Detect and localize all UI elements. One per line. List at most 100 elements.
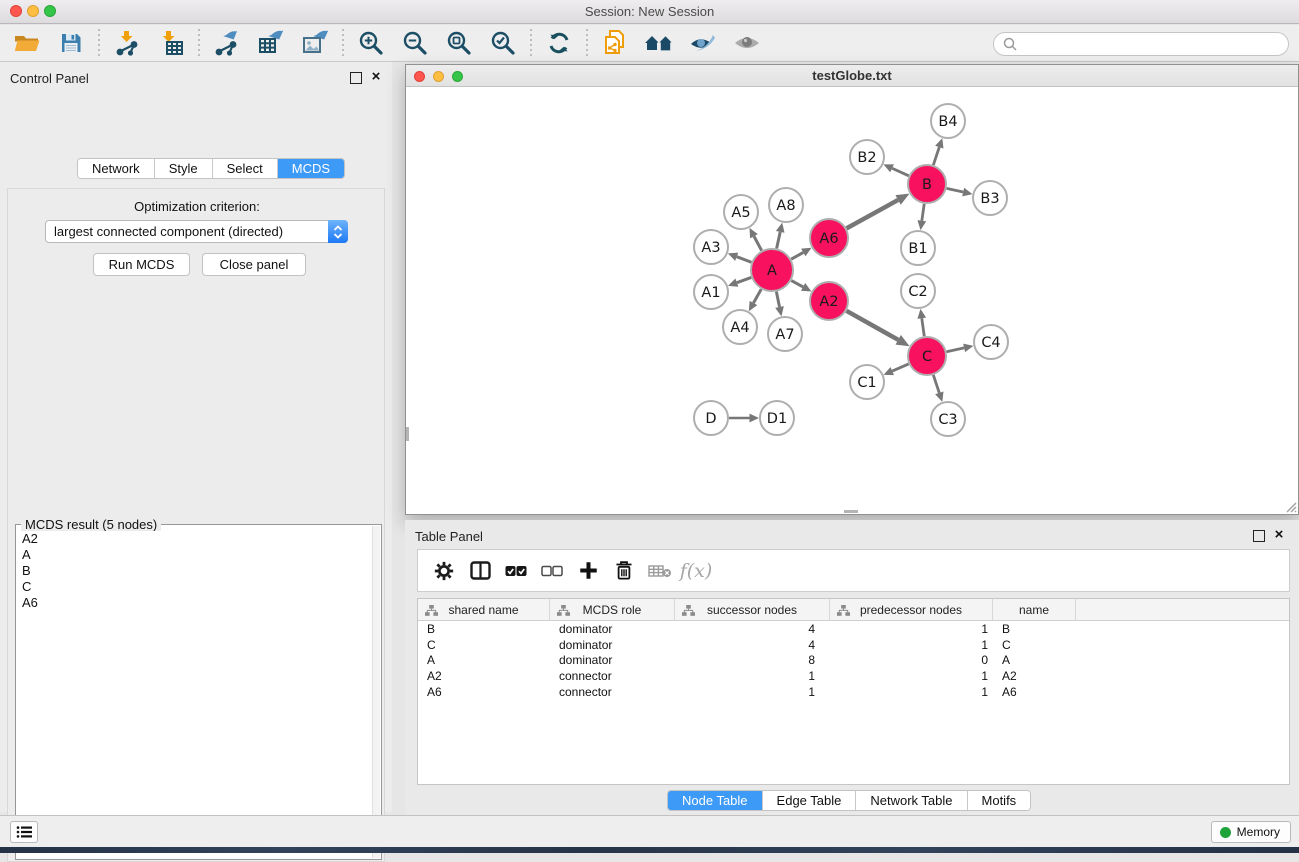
tab-motifs[interactable]: Motifs — [968, 791, 1031, 810]
table-row[interactable]: Adominator80A — [418, 652, 1289, 668]
task-history-button[interactable] — [10, 821, 38, 843]
table-row[interactable]: Cdominator41C — [418, 637, 1289, 653]
export-table-button[interactable] — [249, 26, 293, 60]
tab-node-table[interactable]: Node Table — [668, 791, 763, 810]
graph-node-A1[interactable]: A1 — [694, 275, 728, 309]
table-row[interactable]: A2connector11A2 — [418, 668, 1289, 684]
zoom-selected-button[interactable] — [481, 26, 525, 60]
graph-edge-C-C4[interactable] — [947, 344, 974, 353]
graph-node-A5[interactable]: A5 — [724, 195, 758, 229]
table-cell[interactable]: A — [418, 653, 550, 667]
mcds-result-item[interactable]: A — [22, 547, 372, 563]
graph-node-C4[interactable]: C4 — [974, 325, 1008, 359]
save-session-button[interactable] — [49, 26, 93, 60]
table-cell[interactable]: connector — [550, 669, 675, 683]
graph-edge-A-A1[interactable] — [728, 277, 751, 286]
table-cell[interactable]: A — [993, 653, 1076, 667]
graph-edge-A-A8[interactable] — [776, 223, 785, 249]
table-cell[interactable]: dominator — [550, 653, 675, 667]
delete-table-button[interactable] — [642, 553, 678, 589]
table-cell[interactable]: dominator — [550, 622, 675, 636]
criterion-dropdown[interactable]: largest connected component (directed) — [45, 220, 348, 243]
graph-node-B2[interactable]: B2 — [850, 140, 884, 174]
column-header-mcds-role[interactable]: MCDS role — [550, 599, 675, 620]
graph-edge-D-D1[interactable] — [729, 414, 759, 423]
graph-node-A3[interactable]: A3 — [694, 230, 728, 264]
table-panel-float-button[interactable] — [1253, 530, 1265, 542]
refresh-layout-button[interactable] — [537, 26, 581, 60]
graph-edge-C-C1[interactable] — [884, 364, 909, 375]
table-cell[interactable]: dominator — [550, 638, 675, 652]
column-header-shared-name[interactable]: shared name — [418, 599, 550, 620]
graph-node-D1[interactable]: D1 — [760, 401, 794, 435]
graph-edge-B-B1[interactable] — [917, 204, 926, 230]
zoom-out-button[interactable] — [393, 26, 437, 60]
graph-edge-A-A4[interactable] — [749, 289, 761, 311]
table-cell[interactable]: 4 — [675, 638, 830, 652]
table-panel-close-icon[interactable]: × — [1271, 527, 1287, 543]
resize-grip-icon[interactable] — [1284, 500, 1297, 513]
search-input[interactable] — [1023, 37, 1279, 52]
zoom-in-button[interactable] — [349, 26, 393, 60]
table-cell[interactable]: B — [418, 622, 550, 636]
export-image-button[interactable] — [293, 26, 337, 60]
show-columns-button[interactable] — [462, 553, 498, 589]
graph-node-C[interactable]: C — [908, 337, 946, 375]
network-vertical-scrollbar[interactable] — [406, 427, 409, 441]
table-row[interactable]: A6connector11A6 — [418, 684, 1289, 700]
network-horizontal-scrollbar[interactable] — [844, 510, 858, 513]
open-file-button[interactable] — [5, 26, 49, 60]
graph-edge-A6-B[interactable] — [847, 194, 910, 229]
graph-node-A7[interactable]: A7 — [768, 317, 802, 351]
close-panel-button[interactable]: Close panel — [202, 253, 306, 276]
graph-edge-A-A7[interactable] — [775, 292, 784, 317]
add-column-button[interactable] — [570, 553, 606, 589]
tab-style[interactable]: Style — [155, 159, 213, 178]
table-cell[interactable]: 8 — [675, 653, 830, 667]
table-settings-button[interactable] — [426, 553, 462, 589]
graph-node-B1[interactable]: B1 — [901, 231, 935, 265]
mcds-result-item[interactable]: A2 — [22, 531, 372, 547]
table-cell[interactable]: A2 — [993, 669, 1076, 683]
table-cell[interactable]: 1 — [830, 622, 993, 636]
graph-node-C3[interactable]: C3 — [931, 402, 965, 436]
graph-node-B[interactable]: B — [908, 165, 946, 203]
column-header-successor-nodes[interactable]: successor nodes — [675, 599, 830, 620]
column-header-name[interactable]: name — [993, 599, 1076, 620]
table-cell[interactable]: 1 — [675, 685, 830, 699]
table-cell[interactable]: B — [993, 622, 1076, 636]
graph-edge-C-C2[interactable] — [917, 309, 926, 336]
control-panel-close-icon[interactable]: × — [368, 69, 384, 85]
function-builder-button[interactable]: f(x) — [678, 553, 714, 589]
hide-selected-button[interactable] — [681, 26, 725, 60]
table-cell[interactable]: 4 — [675, 622, 830, 636]
graph-node-A8[interactable]: A8 — [769, 188, 803, 222]
table-cell[interactable]: 1 — [830, 669, 993, 683]
table-cell[interactable]: C — [418, 638, 550, 652]
tab-network[interactable]: Network — [78, 159, 155, 178]
graph-edge-A-A2[interactable] — [791, 281, 811, 292]
memory-button[interactable]: Memory — [1211, 821, 1291, 843]
graph-edge-A-A5[interactable] — [749, 228, 761, 251]
graph-node-A4[interactable]: A4 — [723, 310, 757, 344]
graph-edge-A-A3[interactable] — [728, 253, 752, 263]
table-cell[interactable]: connector — [550, 685, 675, 699]
zoom-fit-button[interactable] — [437, 26, 481, 60]
table-cell[interactable]: A2 — [418, 669, 550, 683]
graph-edge-A2-C[interactable] — [846, 311, 909, 346]
mcds-result-item[interactable]: C — [22, 579, 372, 595]
table-row[interactable]: Bdominator41B — [418, 621, 1289, 637]
table-cell[interactable]: C — [993, 638, 1076, 652]
graph-node-C2[interactable]: C2 — [901, 274, 935, 308]
column-header-predecessor-nodes[interactable]: predecessor nodes — [830, 599, 993, 620]
delete-columns-button[interactable] — [606, 553, 642, 589]
graph-edge-B-B4[interactable] — [933, 138, 943, 165]
mcds-result-item[interactable]: B — [22, 563, 372, 579]
deselect-all-button[interactable] — [534, 553, 570, 589]
graph-node-A6[interactable]: A6 — [810, 219, 848, 257]
tab-select[interactable]: Select — [213, 159, 278, 178]
control-panel-float-button[interactable] — [350, 72, 362, 84]
tab-mcds[interactable]: MCDS — [278, 159, 344, 178]
select-all-button[interactable] — [498, 553, 534, 589]
table-cell[interactable]: 1 — [675, 669, 830, 683]
